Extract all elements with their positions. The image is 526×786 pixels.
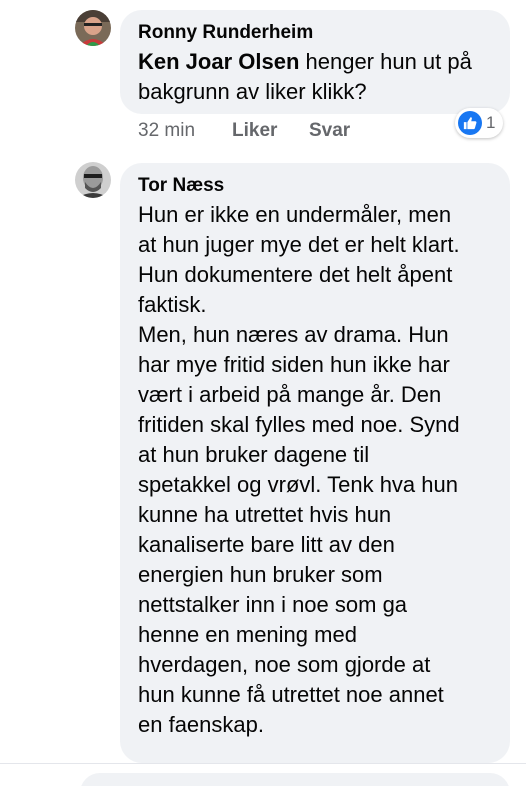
comment-text-line: at hun bruker dagene til — [138, 442, 370, 467]
thumbs-up-icon — [458, 111, 482, 135]
comment-author[interactable]: Ronny Runderheim — [138, 22, 313, 44]
like-button[interactable]: Liker — [232, 120, 277, 142]
comment-text-line: kanaliserte bare litt av den — [138, 532, 395, 557]
comment-text-line: faktisk. — [138, 292, 207, 317]
reply-input-partial[interactable] — [80, 773, 510, 786]
comment-text-line: energien hun bruker som — [138, 562, 383, 587]
comment-text: Hun er ikke en undermåler, men at hun jug… — [138, 200, 503, 740]
comment-text-line: fritiden skal fylles med noe. Synd — [138, 412, 460, 437]
comment-text-line: kunne ha utrettet hvis hun — [138, 502, 392, 527]
comment-text-line: hun kunne få utrettet noe annet — [138, 682, 444, 707]
reaction-summary[interactable]: 1 — [455, 108, 504, 138]
comment-text-line: at hun juger mye det er helt klart. — [138, 232, 460, 257]
divider — [0, 763, 526, 764]
comment-author[interactable]: Tor Næss — [138, 175, 224, 197]
avatar-ronny[interactable] — [75, 10, 111, 46]
comment-thread: Ronny Runderheim Ken Joar Olsen henger h… — [0, 0, 526, 786]
comment-text-line: nettstalker inn i noe som ga — [138, 592, 408, 617]
comment-text-line: har mye fritid siden hun ikke har — [138, 352, 450, 377]
avatar-tor[interactable] — [75, 162, 111, 198]
comment-text-line: vært i arbeid på mange år. Den — [138, 382, 442, 407]
comment-text-line: en faenskap. — [138, 712, 264, 737]
comment-text-line: Hun er ikke en undermåler, men — [138, 202, 452, 227]
reaction-count: 1 — [486, 113, 496, 132]
comment-timestamp[interactable]: 32 min — [138, 120, 195, 142]
comment-text: Ken Joar Olsen henger hun ut på bakgrunn… — [138, 47, 498, 107]
comment-text-line: spetakkel og vrøvl. Tenk hva hun — [138, 472, 458, 497]
comment-text-line: hverdagen, noe som gjorde at — [138, 652, 431, 677]
comment-text-line: Hun dokumentere det helt åpent — [138, 262, 453, 287]
comment-text-line: henne en mening med — [138, 622, 357, 647]
comment-text-line: Men, hun næres av drama. Hun — [138, 322, 449, 347]
mention-link[interactable]: Ken Joar Olsen — [138, 49, 299, 74]
reply-button[interactable]: Svar — [309, 120, 350, 142]
